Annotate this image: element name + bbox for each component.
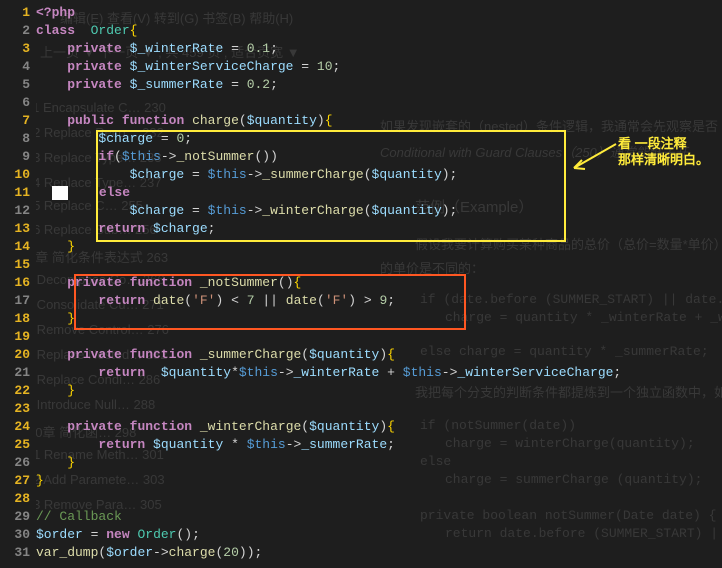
code-line[interactable] (36, 400, 722, 418)
code-line[interactable]: public function charge($quantity){ (36, 112, 722, 130)
line-number: 15 (0, 256, 30, 274)
code-line[interactable]: private $_winterRate = 0.1; (36, 40, 722, 58)
code-line[interactable]: $order = new Order(); (36, 526, 722, 544)
code-line[interactable]: private function _summerCharge($quantity… (36, 346, 722, 364)
code-line[interactable] (36, 328, 722, 346)
line-number: 20 (0, 346, 30, 364)
line-number: 7 (0, 112, 30, 130)
code-editor[interactable]: 1234567891011121314151617181920212223242… (0, 0, 722, 568)
line-number: 8 (0, 130, 30, 148)
line-number: 31 (0, 544, 30, 562)
code-line[interactable]: class Order{ (36, 22, 722, 40)
code-line[interactable]: return $quantity * $this->_summerRate; (36, 436, 722, 454)
code-line[interactable]: // Callback (36, 508, 722, 526)
line-number: 21 (0, 364, 30, 382)
line-number: 1 (0, 4, 30, 22)
line-number: 9 (0, 148, 30, 166)
code-line[interactable] (36, 256, 722, 274)
code-line[interactable]: private $_winterServiceCharge = 10; (36, 58, 722, 76)
code-line[interactable]: private function _winterCharge($quantity… (36, 418, 722, 436)
line-number: 11 (0, 184, 30, 202)
line-number: 4 (0, 58, 30, 76)
line-number: 18 (0, 310, 30, 328)
annotation-text: 看 一段注释 那样清晰明白。 (618, 136, 709, 168)
annotation-line1: 看 一段注释 (618, 136, 709, 152)
line-number: 14 (0, 238, 30, 256)
code-line[interactable]: $charge = $this->_summerCharge($quantity… (36, 166, 722, 184)
line-number: 5 (0, 76, 30, 94)
line-number: 6 (0, 94, 30, 112)
code-line[interactable]: } (36, 382, 722, 400)
line-number: 3 (0, 40, 30, 58)
line-number: 19 (0, 328, 30, 346)
line-number: 28 (0, 490, 30, 508)
code-line[interactable]: <?php (36, 4, 722, 22)
code-line[interactable]: $charge = $this->_winterCharge($quantity… (36, 202, 722, 220)
line-number: 2 (0, 22, 30, 40)
line-number: 26 (0, 454, 30, 472)
line-number: 30 (0, 526, 30, 544)
code-line[interactable]: } (36, 238, 722, 256)
line-number: 16 (0, 274, 30, 292)
code-line[interactable]: private $_summerRate = 0.2; (36, 76, 722, 94)
line-number: 23 (0, 400, 30, 418)
line-number: 25 (0, 436, 30, 454)
code-line[interactable] (36, 94, 722, 112)
line-number: 24 (0, 418, 30, 436)
line-number: 22 (0, 382, 30, 400)
code-line[interactable]: } (36, 454, 722, 472)
code-line[interactable] (36, 490, 722, 508)
code-line[interactable]: return date('F') < 7 || date('F') > 9; (36, 292, 722, 310)
code-line[interactable]: } (36, 472, 722, 490)
line-number: 13 (0, 220, 30, 238)
code-line[interactable]: return $charge; (36, 220, 722, 238)
annotation-line2: 那样清晰明白。 (618, 152, 709, 168)
line-number: 29 (0, 508, 30, 526)
code-line[interactable]: } (36, 310, 722, 328)
code-line[interactable]: var_dump($order->charge(20)); (36, 544, 722, 562)
line-number: 12 (0, 202, 30, 220)
code-area[interactable]: <?phpclass Order{ private $_winterRate =… (36, 0, 722, 568)
line-number: 17 (0, 292, 30, 310)
line-number: 27 (0, 472, 30, 490)
line-number-gutter: 1234567891011121314151617181920212223242… (0, 0, 36, 568)
code-line[interactable]: else (36, 184, 722, 202)
line-number: 10 (0, 166, 30, 184)
code-line[interactable]: private function _notSummer(){ (36, 274, 722, 292)
code-line[interactable]: return $quantity*$this->_winterRate + $t… (36, 364, 722, 382)
